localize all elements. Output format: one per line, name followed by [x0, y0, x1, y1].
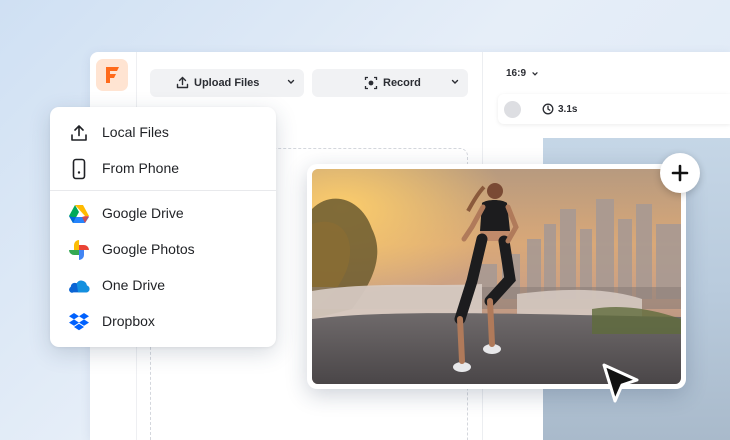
upload-source-menu: Local Files From Phone Google Drive Goog…	[50, 107, 276, 347]
runner-video-image	[312, 169, 681, 384]
menu-item-label: Google Drive	[102, 205, 184, 221]
menu-item-google-photos[interactable]: Google Photos	[50, 231, 276, 267]
mouse-cursor	[600, 362, 640, 411]
chevron-down-icon	[532, 71, 538, 76]
timeline-bar: 3.1s	[498, 94, 730, 124]
cursor-arrow-icon	[602, 363, 639, 403]
google-photos-icon	[69, 240, 89, 260]
google-drive-icon	[69, 205, 89, 223]
chevron-down-icon[interactable]	[450, 77, 460, 87]
upload-files-button[interactable]: Upload Files	[150, 69, 304, 97]
avatar[interactable]	[504, 101, 521, 118]
plus-icon	[671, 164, 689, 182]
upload-files-label: Upload Files	[194, 76, 260, 89]
menu-item-from-phone[interactable]: From Phone	[50, 150, 276, 186]
record-label: Record	[383, 77, 421, 89]
menu-item-label: Google Photos	[102, 241, 195, 257]
logo-f-icon	[106, 67, 119, 83]
menu-item-dropbox[interactable]: Dropbox	[50, 303, 276, 339]
dropbox-icon	[69, 313, 89, 331]
onedrive-icon	[69, 280, 90, 293]
menu-item-label: Dropbox	[102, 313, 155, 329]
aspect-ratio-select[interactable]: 16:9	[506, 68, 539, 79]
video-thumbnail	[312, 169, 681, 384]
upload-icon	[176, 76, 189, 89]
clip-duration: 3.1s	[542, 103, 577, 115]
menu-item-label: One Drive	[102, 277, 166, 293]
menu-item-google-drive[interactable]: Google Drive	[50, 195, 276, 231]
phone-icon	[72, 158, 86, 180]
record-button[interactable]: Record	[312, 69, 468, 97]
app-logo[interactable]	[96, 59, 128, 91]
record-icon	[364, 76, 378, 90]
dragged-video-clip[interactable]	[307, 164, 686, 389]
aspect-ratio-value: 16:9	[506, 68, 527, 79]
upload-icon	[71, 125, 87, 141]
menu-item-label: Local Files	[102, 124, 169, 140]
duration-value: 3.1s	[558, 103, 578, 115]
menu-item-local-files[interactable]: Local Files	[50, 114, 276, 150]
menu-item-label: From Phone	[102, 160, 180, 176]
chevron-down-icon[interactable]	[286, 77, 296, 87]
menu-divider	[50, 190, 276, 191]
clock-icon	[542, 103, 554, 115]
add-clip-button[interactable]	[660, 153, 700, 193]
menu-item-one-drive[interactable]: One Drive	[50, 267, 276, 303]
